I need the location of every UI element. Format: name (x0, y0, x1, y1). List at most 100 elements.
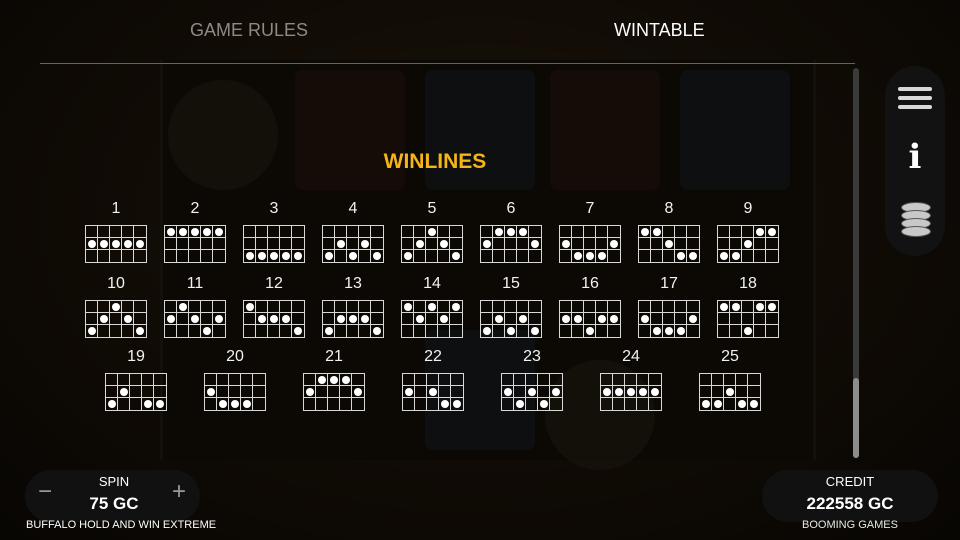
tab-game-rules[interactable]: GAME RULES (190, 20, 308, 41)
winline-number: 16 (581, 275, 599, 292)
winline-pattern (322, 225, 384, 263)
winline-12: 12 (243, 275, 305, 338)
winline-cell (687, 226, 699, 238)
winline-cell (730, 313, 742, 325)
winline-cell (244, 238, 256, 250)
winline-number: 12 (265, 275, 283, 292)
winline-number: 18 (739, 275, 757, 292)
winline-dot (675, 250, 687, 262)
winline-dot (438, 238, 450, 250)
winline-number: 23 (523, 348, 541, 365)
winline-dot (118, 386, 130, 398)
winline-number: 1 (111, 200, 121, 217)
increase-bet-button[interactable]: + (172, 480, 190, 504)
winline-cell (110, 250, 122, 262)
winline-cell (637, 374, 649, 386)
winline-cell (529, 313, 541, 325)
winline-dot (241, 398, 253, 410)
winline-number: 21 (325, 348, 343, 365)
winline-dot (572, 250, 584, 262)
winline-10: 10 (85, 275, 147, 338)
winline-22: 22 (402, 348, 464, 411)
winline-dot (639, 226, 651, 238)
winline-dot (505, 226, 517, 238)
winline-dot (584, 250, 596, 262)
winline-dot (450, 301, 462, 313)
winline-cell (189, 238, 201, 250)
winline-dot (328, 374, 340, 386)
winline-cell (718, 226, 730, 238)
winline-cell (189, 250, 201, 262)
winline-number: 7 (585, 200, 595, 217)
info-icon[interactable]: i (885, 132, 945, 182)
winline-dot (154, 398, 166, 410)
winline-cell (572, 301, 584, 313)
winline-cell (712, 386, 724, 398)
winline-cell (403, 374, 415, 386)
winline-dot (335, 238, 347, 250)
winline-cell (724, 398, 736, 410)
bet-value: 75 GC (89, 494, 139, 513)
winline-cell (371, 301, 383, 313)
winline-cell (649, 398, 661, 410)
winline-cell (347, 226, 359, 238)
winline-number: 20 (226, 348, 244, 365)
winline-cell (335, 250, 347, 262)
winline-dot (700, 398, 712, 410)
winline-cell (505, 250, 517, 262)
winline-cell (687, 301, 699, 313)
winline-cell (352, 398, 364, 410)
winline-cell (538, 374, 550, 386)
winline-cell (213, 325, 225, 337)
winline-dot (98, 238, 110, 250)
winline-dot (177, 226, 189, 238)
winline-3: 3 (243, 200, 305, 263)
winline-cell (560, 325, 572, 337)
winline-cell (596, 226, 608, 238)
winline-cell (748, 374, 760, 386)
winline-cell (165, 238, 177, 250)
winline-cell (505, 313, 517, 325)
scrollbar[interactable] (853, 68, 859, 458)
winline-17: 17 (638, 275, 700, 338)
winline-cell (340, 398, 352, 410)
winline-cell (596, 238, 608, 250)
winline-cell (639, 301, 651, 313)
scrollbar-thumb[interactable] (853, 378, 859, 458)
winline-cell (596, 301, 608, 313)
winline-cell (323, 226, 335, 238)
winline-cell (130, 374, 142, 386)
winline-cell (415, 398, 427, 410)
winline-cell (663, 301, 675, 313)
winline-dot (426, 226, 438, 238)
winline-dot (687, 250, 699, 262)
winline-pattern (85, 225, 147, 263)
winline-cell (625, 398, 637, 410)
winline-cell (529, 301, 541, 313)
winline-cell (572, 238, 584, 250)
winline-cell (256, 301, 268, 313)
tab-wintable[interactable]: WINTABLE (614, 20, 705, 41)
winline-dot (724, 386, 736, 398)
winline-dot (718, 250, 730, 262)
winline-dot (244, 301, 256, 313)
winline-cell (514, 374, 526, 386)
winline-cell (754, 313, 766, 325)
winline-dot (517, 313, 529, 325)
winline-cell (724, 374, 736, 386)
winline-number: 9 (743, 200, 753, 217)
winline-pattern (243, 225, 305, 263)
winline-cell (280, 325, 292, 337)
winline-dot (450, 250, 462, 262)
winline-pattern (638, 225, 700, 263)
winline-16: 16 (559, 275, 621, 338)
winline-pattern (164, 225, 226, 263)
winline-pattern (600, 373, 662, 411)
winline-dot (244, 250, 256, 262)
winline-cell (98, 250, 110, 262)
winline-number: 11 (186, 275, 204, 292)
winline-18: 18 (717, 275, 779, 338)
menu-icon[interactable] (885, 82, 945, 132)
winline-dot (268, 250, 280, 262)
coins-icon[interactable] (885, 196, 945, 246)
